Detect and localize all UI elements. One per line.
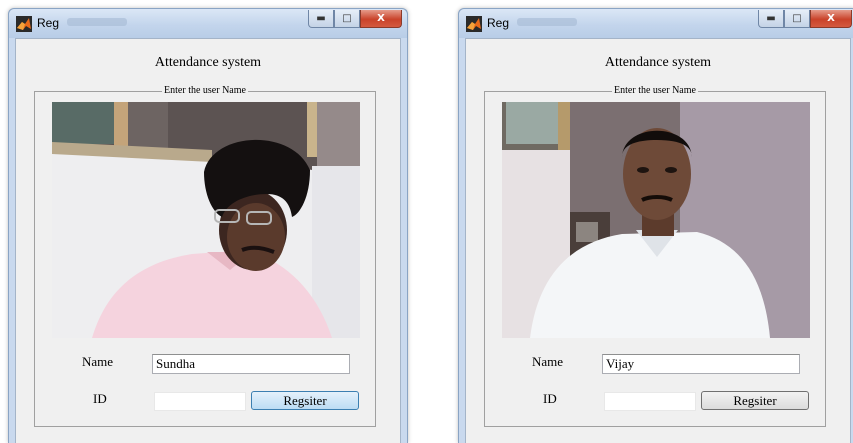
title-bar[interactable]: Reg ▬ □ X	[459, 9, 853, 38]
name-label: Name	[532, 354, 564, 369]
window-title: Reg	[37, 16, 60, 30]
id-input[interactable]	[154, 392, 246, 411]
page-title: Attendance system	[604, 55, 712, 70]
close-button[interactable]: X	[360, 10, 402, 28]
panel-title: Enter the user Name	[612, 85, 698, 97]
client-area: Attendance system Enter the user Name Na…	[15, 38, 401, 443]
minimize-icon: ▬	[316, 13, 326, 24]
id-label: ID	[93, 391, 107, 406]
user-panel: Enter the user Name	[484, 85, 826, 427]
user-panel: Enter the user Name	[34, 85, 376, 427]
camera-preview	[52, 102, 360, 338]
close-icon: X	[827, 13, 835, 24]
client-area: Attendance system Enter the user Name Na…	[465, 38, 851, 443]
maximize-icon: □	[792, 13, 802, 24]
close-button[interactable]: X	[810, 10, 852, 28]
camera-preview	[502, 102, 810, 338]
panel-title: Enter the user Name	[162, 85, 248, 97]
name-input[interactable]	[602, 354, 800, 374]
register-button[interactable]: Regsiter	[251, 391, 359, 410]
name-label: Name	[82, 354, 114, 369]
minimize-icon: ▬	[766, 13, 776, 24]
maximize-button[interactable]: □	[784, 10, 810, 28]
maximize-icon: □	[342, 13, 352, 24]
name-input[interactable]	[152, 354, 350, 374]
minimize-button[interactable]: ▬	[308, 10, 334, 28]
matlab-icon	[16, 16, 32, 32]
id-label: ID	[543, 391, 557, 406]
minimize-button[interactable]: ▬	[758, 10, 784, 28]
close-icon: X	[377, 13, 385, 24]
register-button[interactable]: Regsiter	[701, 391, 809, 410]
title-bar[interactable]: Reg ▬ □ X	[9, 9, 407, 38]
window-title: Reg	[487, 16, 510, 30]
title-blurred-text	[67, 18, 127, 26]
reg-window-2: Reg ▬ □ X Attendance system Enter the us…	[458, 8, 853, 443]
maximize-button[interactable]: □	[334, 10, 360, 28]
matlab-icon	[466, 16, 482, 32]
page-title: Attendance system	[154, 55, 262, 70]
reg-window-1: Reg ▬ □ X Attendance system Enter the us…	[8, 8, 408, 443]
id-input[interactable]	[604, 392, 696, 411]
title-blurred-text	[517, 18, 577, 26]
